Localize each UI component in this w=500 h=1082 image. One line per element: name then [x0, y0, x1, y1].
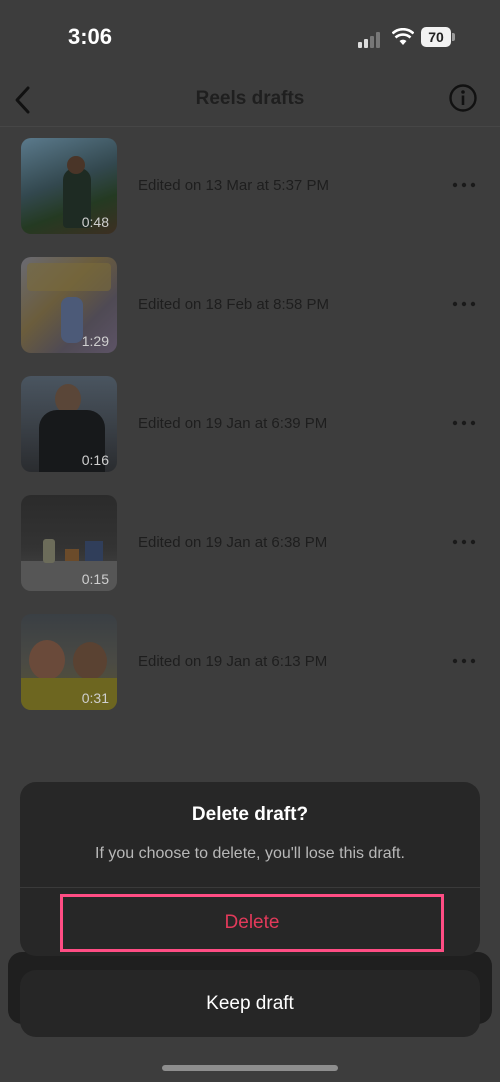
draft-item[interactable]: 0:16 Edited on 19 Jan at 6:39 PM	[0, 376, 500, 476]
draft-edited-date: Edited on 19 Jan at 6:38 PM	[138, 534, 328, 551]
info-button[interactable]	[448, 83, 478, 113]
dialog-title: Delete draft?	[191, 804, 309, 825]
draft-thumbnail[interactable]: 0:31	[21, 614, 117, 710]
nav-bar: Reels drafts	[0, 78, 500, 127]
draft-item[interactable]: 0:31 Edited on 19 Jan at 6:13 PM	[0, 614, 500, 714]
draft-edited-date: Edited on 18 Feb at 8:58 PM	[138, 296, 329, 313]
ellipsis-icon	[452, 182, 476, 188]
video-duration: 0:31	[81, 690, 109, 706]
dialog-message: If you choose to delete, you'll lose thi…	[95, 845, 405, 862]
more-options-button[interactable]	[452, 535, 476, 549]
more-options-button[interactable]	[452, 297, 476, 311]
ellipsis-icon	[452, 539, 476, 545]
draft-thumbnail[interactable]: 0:16	[21, 376, 117, 472]
delete-draft-dialog: Delete draft? If you choose to delete, y…	[20, 782, 480, 956]
draft-edited-date: Edited on 19 Jan at 6:13 PM	[138, 653, 328, 670]
battery-indicator: 70	[421, 27, 451, 47]
draft-item[interactable]: 0:48 Edited on 13 Mar at 5:37 PM	[0, 138, 500, 238]
draft-thumbnail[interactable]: 1:29	[21, 257, 117, 353]
draft-item[interactable]: 1:29 Edited on 18 Feb at 8:58 PM	[0, 257, 500, 357]
draft-item[interactable]: 0:15 Edited on 19 Jan at 6:38 PM	[0, 495, 500, 595]
signal-bars-icon	[358, 30, 384, 48]
more-options-button[interactable]	[452, 654, 476, 668]
video-duration: 1:29	[81, 333, 109, 349]
draft-thumbnail[interactable]: 0:48	[21, 138, 117, 234]
status-bar: 3:06 70	[0, 0, 500, 80]
divider	[20, 887, 480, 888]
info-circle-icon	[449, 84, 477, 112]
more-options-button[interactable]	[452, 416, 476, 430]
wifi-icon	[392, 28, 414, 45]
video-duration: 0:15	[81, 571, 109, 587]
ellipsis-icon	[452, 301, 476, 307]
more-options-button[interactable]	[452, 178, 476, 192]
ellipsis-icon	[452, 420, 476, 426]
status-time: 3:06	[68, 24, 113, 49]
draft-edited-date: Edited on 19 Jan at 6:39 PM	[138, 415, 328, 432]
home-indicator	[162, 1065, 338, 1071]
battery-cap	[452, 33, 455, 41]
draft-thumbnail[interactable]: 0:15	[21, 495, 117, 591]
draft-edited-date: Edited on 13 Mar at 5:37 PM	[138, 177, 329, 194]
video-duration: 0:16	[81, 452, 109, 468]
keep-draft-button[interactable]: Keep draft	[20, 970, 480, 1037]
page-title: Reels drafts	[195, 88, 305, 109]
ellipsis-icon	[452, 658, 476, 664]
delete-button[interactable]: Delete	[60, 894, 444, 952]
video-duration: 0:48	[81, 214, 109, 230]
